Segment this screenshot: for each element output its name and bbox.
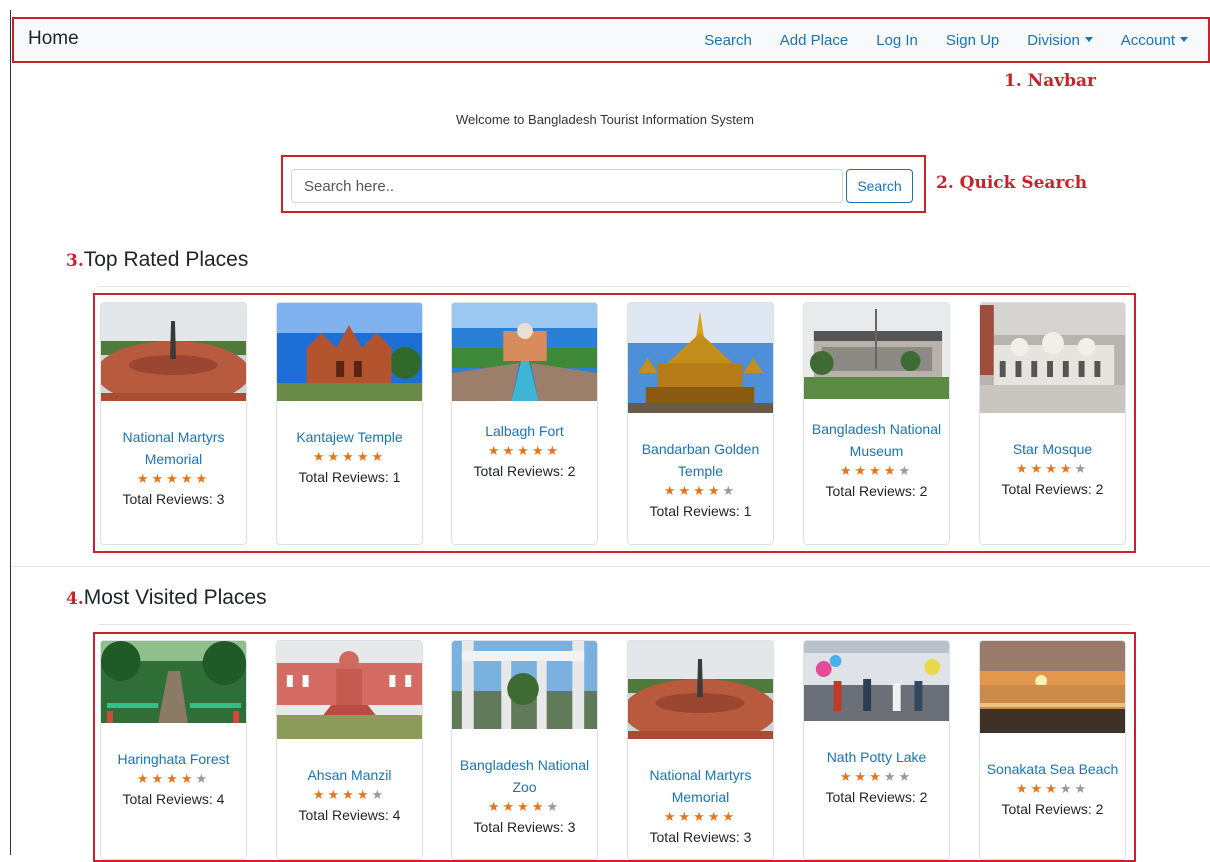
section-divider	[11, 566, 1210, 567]
section-number: 3.	[66, 251, 84, 271]
section-number: 4.	[66, 589, 84, 609]
divider	[98, 286, 1130, 287]
most-visited-highlight-box	[93, 632, 1136, 862]
top-rated-heading: 3.Top Rated Places	[66, 248, 248, 272]
annotation-navbar: 1. Navbar	[1004, 71, 1096, 91]
annotation-quick-search: 2. Quick Search	[936, 173, 1088, 193]
divider	[98, 624, 1130, 625]
section-title-text: Most Visited Places	[83, 586, 267, 609]
navbar-highlight-box	[12, 17, 1210, 63]
welcome-text: Welcome to Bangladesh Tourist Informatio…	[456, 112, 754, 127]
top-rated-highlight-box	[93, 293, 1136, 553]
quick-search-highlight-box	[281, 155, 926, 213]
section-title-text: Top Rated Places	[83, 248, 249, 271]
most-visited-heading: 4.Most Visited Places	[66, 586, 267, 610]
